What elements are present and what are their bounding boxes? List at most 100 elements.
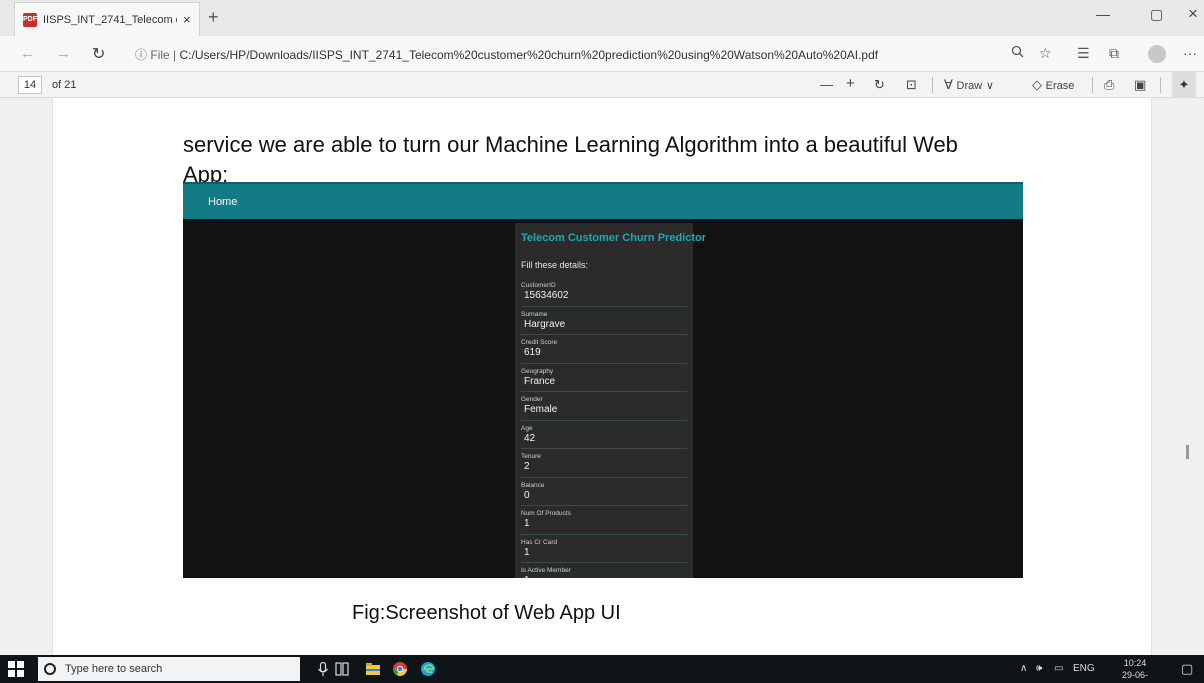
form-field-surname: Surname Hargrave [521,307,687,335]
zoom-in-button[interactable]: + [846,75,855,92]
field-value: 1 [524,575,687,578]
pdf-toolbar: 14 of 21 — + ↻ ⊡ ∀ Draw ∨ ◇ Erase ⎙ ▣ ✦ [0,72,1204,98]
address-bar-row: ← → ↻ ⓘ File | C:/Users/HP/Downloads/IIS… [0,36,1204,72]
taskbar-clock[interactable]: 10:24 29-06-2020 [1118,657,1152,683]
browser-tab[interactable]: PDF IISPS_INT_2741_Telecom custome × [14,2,200,36]
minimize-button[interactable]: — [1096,6,1110,22]
toolbar-divider [932,77,933,93]
form-field-is-active-member: Is Active Member 1 [521,563,687,578]
draw-label: Draw [956,80,983,92]
refresh-icon[interactable]: ↻ [92,44,105,64]
eraser-icon: ◇ [1032,77,1042,92]
chrome-icon[interactable] [392,661,408,677]
field-label: Age [521,424,533,432]
url-field[interactable]: ⓘ File | C:/Users/HP/Downloads/IISPS_INT… [135,46,878,63]
cortana-circle-icon [44,663,56,675]
favorites-list-icon[interactable]: ☰ [1077,45,1090,62]
form-field-tenure: Tenure 2 [521,449,687,478]
url-divider: | [173,48,177,62]
web-app-home-link: Home [208,196,238,208]
form-field-gender: Gender Female [521,392,687,421]
field-value: Hargrave [524,318,566,330]
page-total-label: of 21 [52,79,77,91]
rotate-icon[interactable]: ↻ [874,77,885,93]
field-value: 619 [524,347,541,358]
document-body-text: service we are able to turn our Machine … [183,130,1003,190]
microphone-icon[interactable] [315,661,331,677]
favorite-star-icon[interactable]: ☆ [1039,45,1052,62]
profile-avatar[interactable] [1148,45,1166,63]
volume-icon[interactable]: 🕪 [1036,663,1042,674]
erase-label: Erase [1045,80,1075,92]
collections-icon[interactable]: ⧉ [1109,45,1119,62]
new-tab-button[interactable]: + [208,8,219,26]
notifications-icon[interactable]: ▢ [1181,661,1193,677]
body-text-line: service we are able to turn our Machine … [183,132,958,157]
pdf-file-icon: PDF [23,12,37,27]
url-text: C:/Users/HP/Downloads/IISPS_INT_2741_Tel… [179,48,879,62]
field-label: Is Active Member [521,567,571,574]
field-value: Female [524,404,558,415]
clock-time: 10:24 [1123,658,1147,668]
close-window-button[interactable]: × [1188,4,1198,24]
taskbar: Type here to search ∧ 🕪 ▭ ENG 10:24 29-0… [0,655,1204,683]
draw-button[interactable]: ∀ Draw ∨ [944,77,994,93]
clock-date: 29-06-2020 [1121,670,1148,683]
scheme-label: File [150,48,170,62]
tab-close-icon[interactable]: × [183,12,191,27]
windows-start-icon[interactable] [8,661,24,677]
toolbar-divider [1160,77,1161,93]
task-view-icon[interactable] [334,661,350,677]
field-label: Balance [521,481,545,489]
pin-toolbar-icon[interactable]: ✦ [1172,72,1196,98]
web-app-screenshot: Home Telecom Customer Churn Predictor Fi… [183,182,1023,578]
pdf-viewer[interactable]: service we are able to turn our Machine … [0,98,1204,655]
churn-form-card: Telecom Customer Churn Predictor Fill th… [515,223,706,578]
edge-browser-icon[interactable] [420,661,436,677]
form-field-has-cr-card: Has Cr Card 1 [521,535,687,563]
taskbar-search-placeholder: Type here to search [65,663,163,675]
forward-arrow-icon[interactable]: → [56,45,71,62]
form-field-credit-score: Credit Score 619 [521,335,687,364]
zoom-magnifier-icon[interactable] [1011,45,1024,61]
field-value: 15634602 [524,290,569,301]
field-value: France [524,375,556,387]
field-label: Credit Score [521,339,558,346]
taskbar-search-input[interactable]: Type here to search [38,657,300,681]
draw-chevron-down-icon[interactable]: ∨ [986,80,994,92]
field-label: Tenure [521,453,541,460]
form-subtitle: Fill these details: [521,260,589,270]
info-icon[interactable]: ⓘ [135,48,147,62]
more-options-icon[interactable]: ··· [1183,45,1197,61]
form-field-geography: Geography France [521,364,687,392]
form-field-num-of-products: Num Of Products 1 [521,506,687,535]
scrollbar-thumb[interactable] [1186,445,1189,459]
field-value: 1 [524,518,530,529]
draw-pen-icon: ∀ [944,77,953,92]
file-explorer-icon[interactable] [365,661,381,677]
form-field-balance: Balance 0 [521,478,687,506]
form-field-age: Age 42 [521,421,687,449]
print-icon[interactable]: ⎙ [1104,77,1114,93]
form-title: Telecom Customer Churn Predictor [521,232,706,244]
field-value: 1 [524,546,530,558]
browser-tab-strip: PDF IISPS_INT_2741_Telecom custome × + —… [0,0,1204,36]
toolbar-divider [1092,77,1093,93]
maximize-button[interactable]: ▢ [1150,6,1163,23]
save-icon[interactable]: ▣ [1134,77,1146,93]
erase-button[interactable]: ◇ Erase [1032,77,1074,93]
tray-chevron-up-icon[interactable]: ∧ [1020,663,1027,674]
back-arrow-icon[interactable]: ← [20,45,35,62]
fit-page-icon[interactable]: ⊡ [906,77,917,93]
field-value: 2 [524,461,530,472]
field-value: 42 [524,432,536,444]
language-indicator[interactable]: ENG [1073,663,1095,674]
tab-title: IISPS_INT_2741_Telecom custome [43,13,177,26]
zoom-out-button[interactable]: — [820,77,833,92]
figure-caption: Fig:Screenshot of Web App UI [352,602,621,624]
field-label: CustomerID [521,282,556,289]
battery-icon[interactable]: ▭ [1054,663,1063,674]
field-label: Geography [521,367,554,375]
web-app-navbar: Home [183,182,1023,219]
page-number-input[interactable]: 14 [18,76,42,94]
